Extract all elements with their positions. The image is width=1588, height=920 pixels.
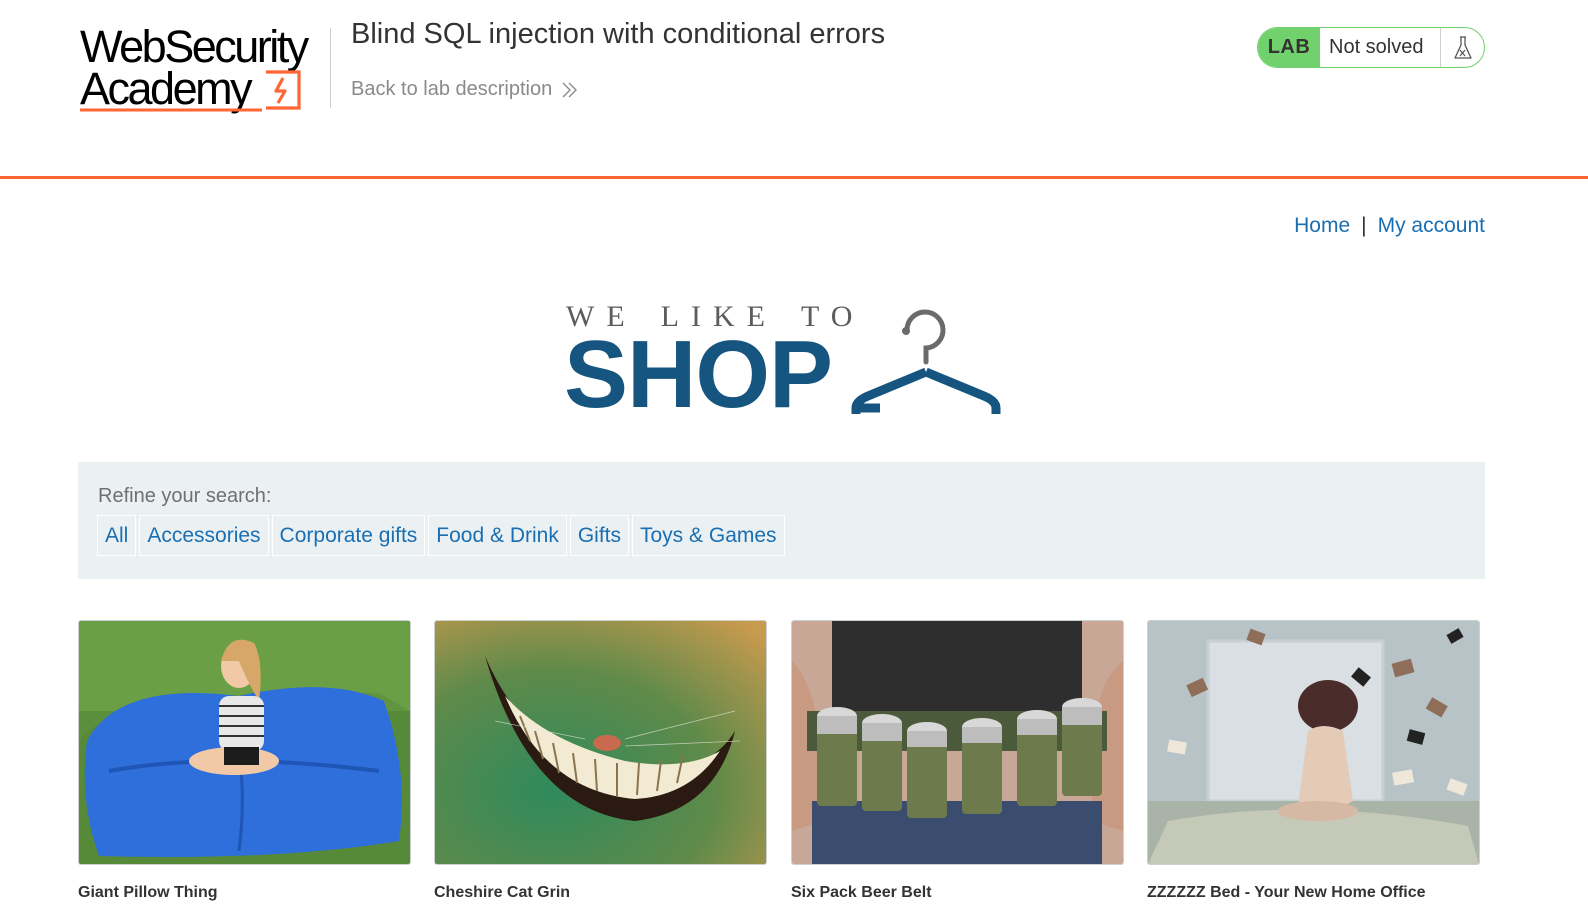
double-chevron-right-icon bbox=[562, 82, 578, 97]
product-name[interactable]: Cheshire Cat Grin bbox=[434, 884, 570, 902]
product-card[interactable]: ZZZZZZ Bed - Your New Home Office bbox=[1147, 620, 1480, 901]
filter-panel: Refine your search: All Accessories Corp… bbox=[78, 462, 1485, 579]
coat-hanger-icon bbox=[851, 309, 1001, 414]
web-security-academy-logo[interactable]: WebSecurity Academy bbox=[80, 24, 328, 116]
shop-logo: WE LIKE TO SHOP bbox=[564, 300, 1004, 425]
top-nav: Home | My account bbox=[1294, 214, 1485, 238]
my-account-link[interactable]: My account bbox=[1378, 214, 1485, 238]
product-image[interactable] bbox=[791, 620, 1124, 865]
filter-toys-games[interactable]: Toys & Games bbox=[632, 515, 785, 556]
product-name[interactable]: Giant Pillow Thing bbox=[78, 884, 218, 902]
flask-icon bbox=[1453, 35, 1472, 59]
lab-title: Blind SQL injection with conditional err… bbox=[351, 18, 886, 50]
lab-status-widget: LAB Not solved bbox=[1257, 27, 1485, 68]
product-card[interactable]: Six Pack Beer Belt bbox=[791, 620, 1124, 901]
filter-corporate-gifts[interactable]: Corporate gifts bbox=[271, 515, 426, 556]
product-image[interactable] bbox=[78, 620, 411, 865]
shop-name: SHOP bbox=[564, 321, 833, 428]
product-image[interactable] bbox=[434, 620, 767, 865]
lab-status-text: Not solved bbox=[1320, 28, 1441, 67]
filter-list: All Accessories Corporate gifts Food & D… bbox=[97, 515, 785, 556]
filter-label: Refine your search: bbox=[98, 485, 272, 507]
header-divider bbox=[330, 28, 331, 108]
cheshire-cat-grin-image bbox=[435, 621, 766, 864]
product-name[interactable]: Six Pack Beer Belt bbox=[791, 884, 932, 902]
home-link[interactable]: Home bbox=[1294, 214, 1350, 238]
product-card[interactable]: Giant Pillow Thing bbox=[78, 620, 411, 901]
filter-food-drink[interactable]: Food & Drink bbox=[428, 515, 567, 556]
zzzzzz-bed-image bbox=[1148, 621, 1479, 864]
nav-separator: | bbox=[1361, 214, 1367, 237]
logo-line-2: Academy bbox=[80, 63, 253, 114]
lab-flask-button[interactable] bbox=[1441, 28, 1484, 67]
logo-underline bbox=[80, 108, 262, 112]
lab-badge: LAB bbox=[1258, 28, 1320, 67]
giant-pillow-image bbox=[79, 621, 410, 864]
logo-lightning-icon bbox=[266, 70, 301, 110]
six-pack-beer-belt-image bbox=[792, 621, 1123, 864]
back-link-label: Back to lab description bbox=[351, 78, 553, 100]
product-card[interactable]: Cheshire Cat Grin bbox=[434, 620, 767, 901]
product-grid: Giant Pillow Thing Cheshire Cat Grin Six… bbox=[78, 620, 1488, 920]
product-name[interactable]: ZZZZZZ Bed - Your New Home Office bbox=[1147, 884, 1426, 902]
back-to-lab-description-link[interactable]: Back to lab description bbox=[351, 78, 578, 101]
product-image[interactable] bbox=[1147, 620, 1480, 865]
academy-header: WebSecurity Academy Blind SQL injection … bbox=[0, 0, 1588, 179]
filter-accessories[interactable]: Accessories bbox=[139, 515, 269, 556]
filter-gifts[interactable]: Gifts bbox=[569, 515, 629, 556]
filter-all[interactable]: All bbox=[97, 515, 137, 556]
